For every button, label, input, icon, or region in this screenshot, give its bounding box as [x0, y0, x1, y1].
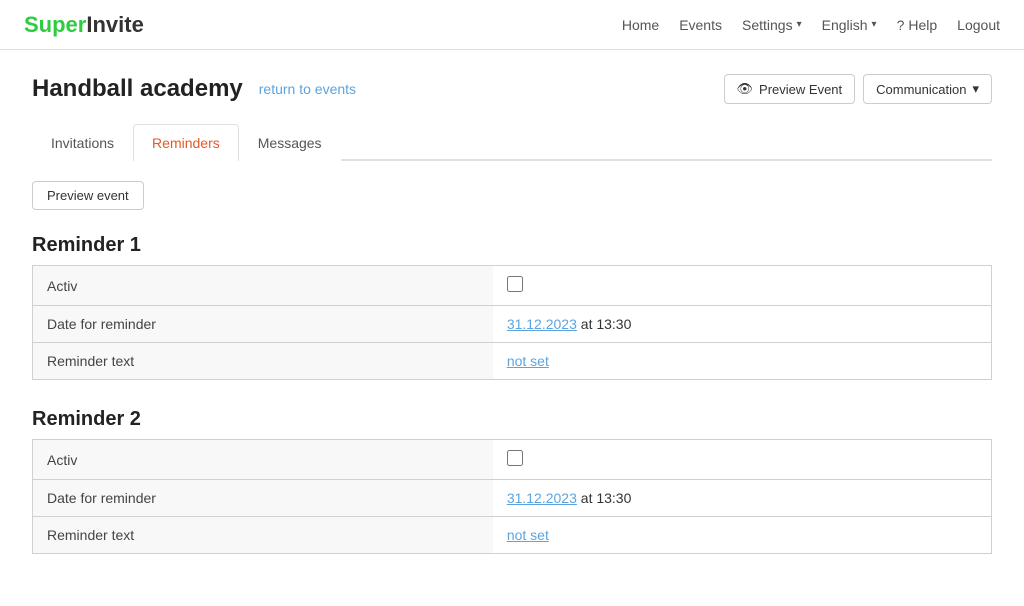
page-content: Handball academy return to events 👁 Prev…: [0, 50, 1024, 606]
page-header: Handball academy return to events 👁 Prev…: [32, 74, 992, 104]
reminder-2-date-row: Date for reminder 31.12.2023 at 13:30: [33, 480, 992, 517]
preview-section: Preview event: [32, 181, 992, 210]
reminder-1-activ-label: Activ: [33, 266, 493, 306]
nav-home[interactable]: Home: [622, 17, 659, 33]
reminder-2-activ-label: Activ: [33, 440, 493, 480]
page-header-right: 👁 Preview Event Communication ▾: [724, 74, 992, 104]
language-chevron-icon: ▾: [872, 19, 877, 30]
reminder-2-date-cell: 31.12.2023 at 13:30: [493, 480, 992, 517]
reminder-2-text-link[interactable]: not set: [507, 527, 549, 543]
navbar: SuperInvite Home Events Settings ▾ Engli…: [0, 0, 1024, 50]
nav-language-label: English: [822, 17, 868, 33]
brand-logo[interactable]: SuperInvite: [24, 12, 144, 38]
reminder-1-section: Reminder 1 Activ Date for reminder 31.12…: [32, 234, 992, 380]
communication-button[interactable]: Communication ▾: [863, 74, 992, 104]
reminder-1-activ-cell: [493, 266, 992, 306]
reminder-1-date-cell: 31.12.2023 at 13:30: [493, 306, 992, 343]
preview-event-button[interactable]: 👁 Preview Event: [724, 74, 856, 104]
settings-chevron-icon: ▾: [797, 19, 802, 30]
nav-language-dropdown[interactable]: English ▾: [822, 17, 877, 33]
reminder-2-date-label: Date for reminder: [33, 480, 493, 517]
nav-help-label: Help: [908, 17, 937, 33]
nav-events[interactable]: Events: [679, 17, 722, 33]
brand-super: Super: [24, 12, 86, 38]
tab-reminders[interactable]: Reminders: [133, 124, 239, 161]
reminder-2-date-link[interactable]: 31.12.2023: [507, 490, 577, 506]
reminder-1-text-row: Reminder text not set: [33, 343, 992, 380]
preview-event-label: Preview Event: [759, 82, 842, 97]
reminder-1-date-link[interactable]: 31.12.2023: [507, 316, 577, 332]
tab-messages[interactable]: Messages: [239, 124, 341, 161]
reminder-1-date-label: Date for reminder: [33, 306, 493, 343]
preview-event-small-button[interactable]: Preview event: [32, 181, 144, 210]
reminder-2-table: Activ Date for reminder 31.12.2023 at 13…: [32, 439, 992, 554]
reminder-2-activ-cell: [493, 440, 992, 480]
reminder-1-text-cell: not set: [493, 343, 992, 380]
reminder-1-title: Reminder 1: [32, 234, 992, 257]
reminder-2-text-cell: not set: [493, 517, 992, 554]
help-circle-icon: ?: [897, 17, 905, 33]
reminder-2-time-text: at 13:30: [577, 490, 632, 506]
navbar-nav: Home Events Settings ▾ English ▾ ? Help …: [622, 17, 1000, 33]
page-header-left: Handball academy return to events: [32, 75, 356, 103]
tab-invitations[interactable]: Invitations: [32, 124, 133, 161]
brand-invite: Invite: [86, 12, 143, 38]
reminder-1-date-row: Date for reminder 31.12.2023 at 13:30: [33, 306, 992, 343]
eye-icon: 👁: [737, 81, 754, 97]
reminder-1-activ-row: Activ: [33, 266, 992, 306]
communication-label: Communication: [876, 82, 966, 97]
reminder-2-activ-row: Activ: [33, 440, 992, 480]
reminder-1-table: Activ Date for reminder 31.12.2023 at 13…: [32, 265, 992, 380]
reminder-1-text-link[interactable]: not set: [507, 353, 549, 369]
reminder-2-text-label: Reminder text: [33, 517, 493, 554]
nav-logout[interactable]: Logout: [957, 17, 1000, 33]
nav-settings-label: Settings: [742, 17, 793, 33]
reminder-1-text-label: Reminder text: [33, 343, 493, 380]
nav-settings-dropdown[interactable]: Settings ▾: [742, 17, 802, 33]
reminder-2-text-row: Reminder text not set: [33, 517, 992, 554]
communication-chevron-icon: ▾: [972, 81, 979, 97]
tabs-container: Invitations Reminders Messages: [32, 124, 992, 161]
reminder-1-time-text: at 13:30: [577, 316, 632, 332]
reminder-2-section: Reminder 2 Activ Date for reminder 31.12…: [32, 408, 992, 554]
page-title: Handball academy: [32, 75, 243, 103]
return-to-events-link[interactable]: return to events: [259, 81, 356, 97]
nav-help-link[interactable]: ? Help: [897, 17, 938, 33]
reminder-2-title: Reminder 2: [32, 408, 992, 431]
reminder-1-activ-checkbox[interactable]: [507, 276, 523, 292]
reminder-2-activ-checkbox[interactable]: [507, 450, 523, 466]
